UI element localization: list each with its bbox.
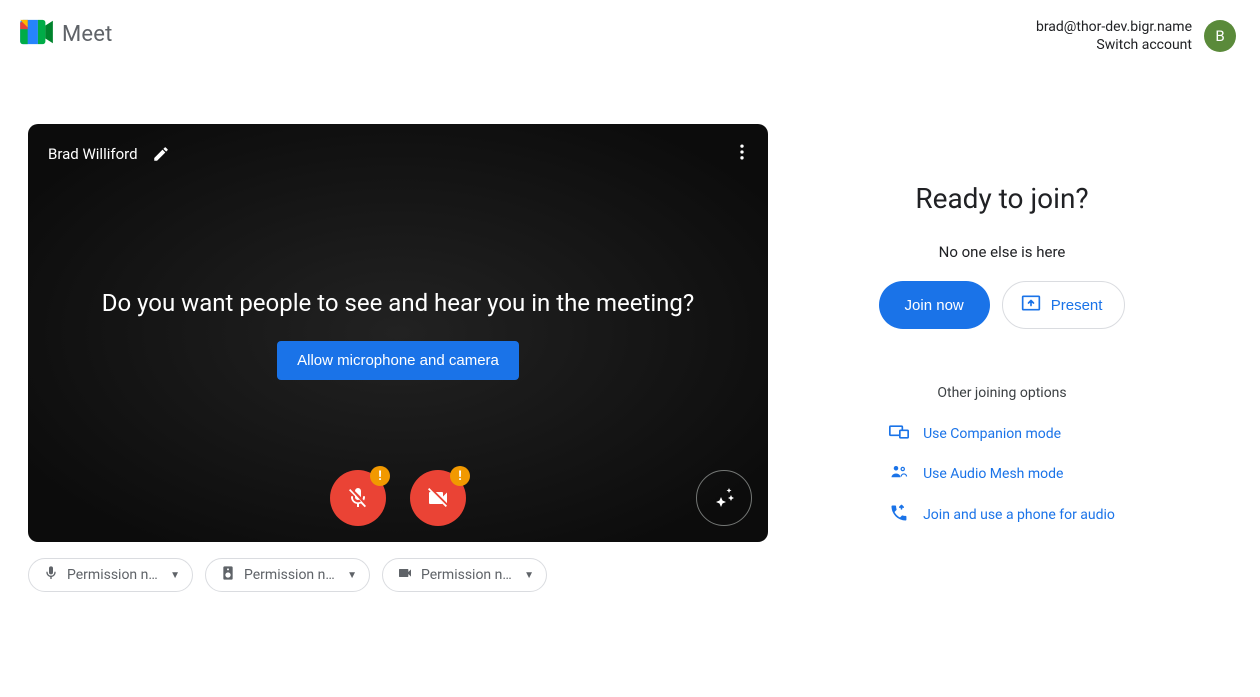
present-icon [1021,294,1041,316]
permission-prompt-text: Do you want people to see and hear you i… [28,289,768,317]
video-preview: Brad Williford Do you want people to see… [28,124,768,542]
companion-label: Use Companion mode [923,426,1061,442]
mic-device-selector[interactable]: Permission ne… ▼ [28,558,193,592]
switch-account-link[interactable]: Switch account [1096,36,1192,54]
mic-toggle-button[interactable]: ! [330,470,386,526]
join-now-button[interactable]: Join now [879,281,990,329]
audio-mesh-icon [889,463,909,485]
speaker-device-label: Permission ne… [244,567,339,583]
brand-text: Meet [62,22,113,47]
phone-icon [889,503,909,527]
camera-icon [397,565,413,585]
other-options-header: Other joining options [937,385,1066,401]
visual-effects-button[interactable] [696,470,752,526]
speaker-device-selector[interactable]: Permission ne… ▼ [205,558,370,592]
participants-status: No one else is here [939,243,1066,261]
camera-toggle-button[interactable]: ! [410,470,466,526]
mic-icon [43,565,59,585]
chevron-down-icon: ▼ [170,570,180,581]
brand[interactable]: Meet [20,18,113,50]
camera-warning-badge: ! [450,466,470,486]
chevron-down-icon: ▼ [347,570,357,581]
phone-audio-link[interactable]: Join and use a phone for audio [889,503,1115,527]
meet-logo-icon [20,18,54,50]
companion-mode-link[interactable]: Use Companion mode [889,423,1061,445]
mic-warning-badge: ! [370,466,390,486]
present-button[interactable]: Present [1002,281,1126,329]
edit-name-icon[interactable] [152,145,170,163]
audio-mesh-label: Use Audio Mesh mode [923,466,1063,482]
companion-icon [889,423,909,445]
ready-heading: Ready to join? [915,182,1088,215]
more-options-icon[interactable] [732,142,752,166]
camera-device-selector[interactable]: Permission ne… ▼ [382,558,547,592]
chevron-down-icon: ▼ [524,570,534,581]
allow-mic-camera-button[interactable]: Allow microphone and camera [277,341,519,380]
account-email: brad@thor-dev.bigr.name [1036,18,1192,36]
avatar[interactable]: B [1204,20,1236,52]
phone-label: Join and use a phone for audio [923,507,1115,523]
present-label: Present [1051,297,1103,314]
speaker-icon [220,565,236,585]
camera-device-label: Permission ne… [421,567,516,583]
account-area: brad@thor-dev.bigr.name Switch account B [1036,18,1236,54]
audio-mesh-link[interactable]: Use Audio Mesh mode [889,463,1063,485]
mic-device-label: Permission ne… [67,567,162,583]
user-name: Brad Williford [48,145,138,163]
